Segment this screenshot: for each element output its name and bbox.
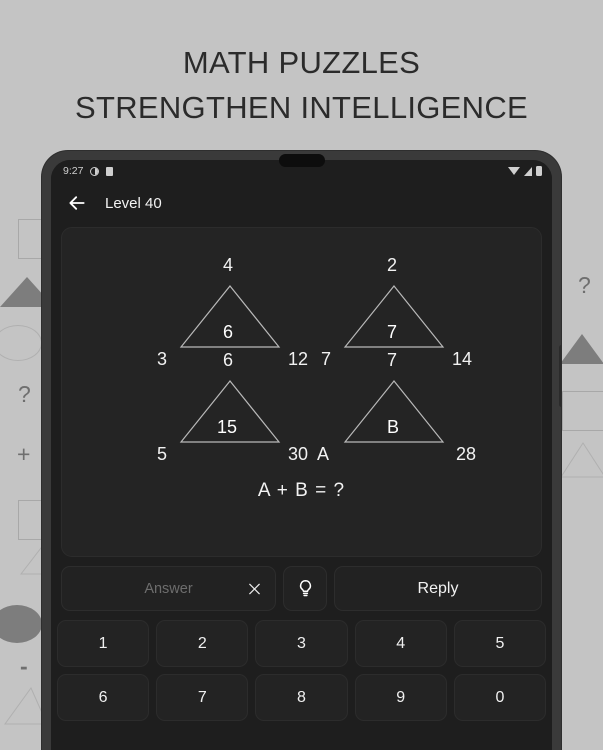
triangle-3-left-value: 5 xyxy=(157,444,168,464)
key-5[interactable]: 5 xyxy=(453,620,547,667)
wifi-icon xyxy=(508,167,520,175)
level-title: Level 40 xyxy=(105,194,162,212)
back-button[interactable] xyxy=(67,193,87,213)
phone-side-button[interactable] xyxy=(559,345,561,407)
keypad-row-2: 6 7 8 9 0 xyxy=(57,674,547,721)
decor-question-mark-left: ? xyxy=(18,381,31,407)
arrow-left-icon xyxy=(69,196,85,210)
signal-icon xyxy=(524,166,532,176)
decor-minus-left: - xyxy=(20,653,28,679)
triangle-1-top-value: 4 xyxy=(223,255,234,275)
key-0[interactable]: 0 xyxy=(453,674,547,721)
key-3[interactable]: 3 xyxy=(255,620,348,667)
key-2[interactable]: 2 xyxy=(156,620,249,667)
answer-bar: Answer Reply xyxy=(61,566,542,611)
battery-icon xyxy=(536,166,542,176)
triangle-2-right-value: 14 xyxy=(452,349,473,369)
decor-triangle-outline-right xyxy=(560,441,603,479)
triangle-1-right-value: 12 xyxy=(288,349,309,369)
key-1[interactable]: 1 xyxy=(57,620,150,667)
key-6[interactable]: 6 xyxy=(57,674,150,721)
triangle-2-left-value: 7 xyxy=(321,349,332,369)
triangle-4-right-value: 28 xyxy=(456,444,477,464)
puzzle-card: 4 6 3 12 2 7 7 14 6 15 5 30 7 B A 28 A +… xyxy=(61,227,542,557)
reply-button-label: Reply xyxy=(417,579,459,597)
triangle-4-center-value: B xyxy=(387,417,400,437)
key-7[interactable]: 7 xyxy=(156,674,249,721)
answer-placeholder: Answer xyxy=(144,580,193,597)
number-keypad: 1 2 3 4 5 6 7 8 9 0 xyxy=(57,620,547,721)
phone-notch xyxy=(278,154,325,167)
triangle-2-center-value: 7 xyxy=(387,322,398,342)
headline-line-1: MATH PUZZLES xyxy=(182,45,421,80)
phone-mockup: 9:27 Level 40 4 6 3 12 2 7 7 14 6 15 5 3… xyxy=(42,151,561,750)
key-8[interactable]: 8 xyxy=(255,674,348,721)
answer-input[interactable]: Answer xyxy=(61,566,276,611)
hint-button[interactable] xyxy=(283,566,327,611)
key-9[interactable]: 9 xyxy=(354,674,447,721)
triangle-1-left-value: 3 xyxy=(157,349,168,369)
triangle-4-left-value: A xyxy=(317,444,330,464)
decor-ellipse-outline-left xyxy=(0,325,42,361)
headline-line-2: STRENGTHEN INTELLIGENCE xyxy=(74,90,529,125)
key-4[interactable]: 4 xyxy=(354,620,447,667)
triangle-4-top-value: 7 xyxy=(387,350,398,370)
do-not-disturb-icon xyxy=(90,166,100,176)
app-bar: Level 40 xyxy=(51,182,552,224)
decor-plus-left: + xyxy=(17,441,31,467)
status-bar-time: 9:27 xyxy=(63,165,84,177)
decor-ellipse-filled-left xyxy=(0,605,42,643)
close-icon xyxy=(249,583,260,594)
puzzle-question: A + B = ? xyxy=(257,480,346,501)
triangle-3-top-value: 6 xyxy=(223,350,234,370)
phone-screen: 9:27 Level 40 4 6 3 12 2 7 7 14 6 15 5 3… xyxy=(51,160,552,750)
lightbulb-icon xyxy=(299,580,311,597)
decor-triangle-outline-right-svg xyxy=(560,442,603,478)
status-bar-left: 9:27 xyxy=(63,165,114,177)
clear-answer-button[interactable] xyxy=(247,581,262,596)
document-icon xyxy=(106,166,114,176)
triangle-3-center-value: 15 xyxy=(217,417,238,437)
status-bar-right xyxy=(508,166,542,176)
reply-button[interactable]: Reply xyxy=(334,566,542,611)
triangle-1-center-value: 6 xyxy=(223,322,234,342)
page-title: MATH PUZZLES STRENGTHEN INTELLIGENCE xyxy=(0,40,603,130)
decor-question-mark-right: ? xyxy=(578,272,591,298)
triangle-3-right-value: 30 xyxy=(288,444,309,464)
decor-square-outline-right xyxy=(562,391,603,431)
keypad-row-1: 1 2 3 4 5 xyxy=(57,620,547,667)
decor-triangle-filled-right xyxy=(560,334,603,364)
triangle-2-top-value: 2 xyxy=(387,255,398,275)
